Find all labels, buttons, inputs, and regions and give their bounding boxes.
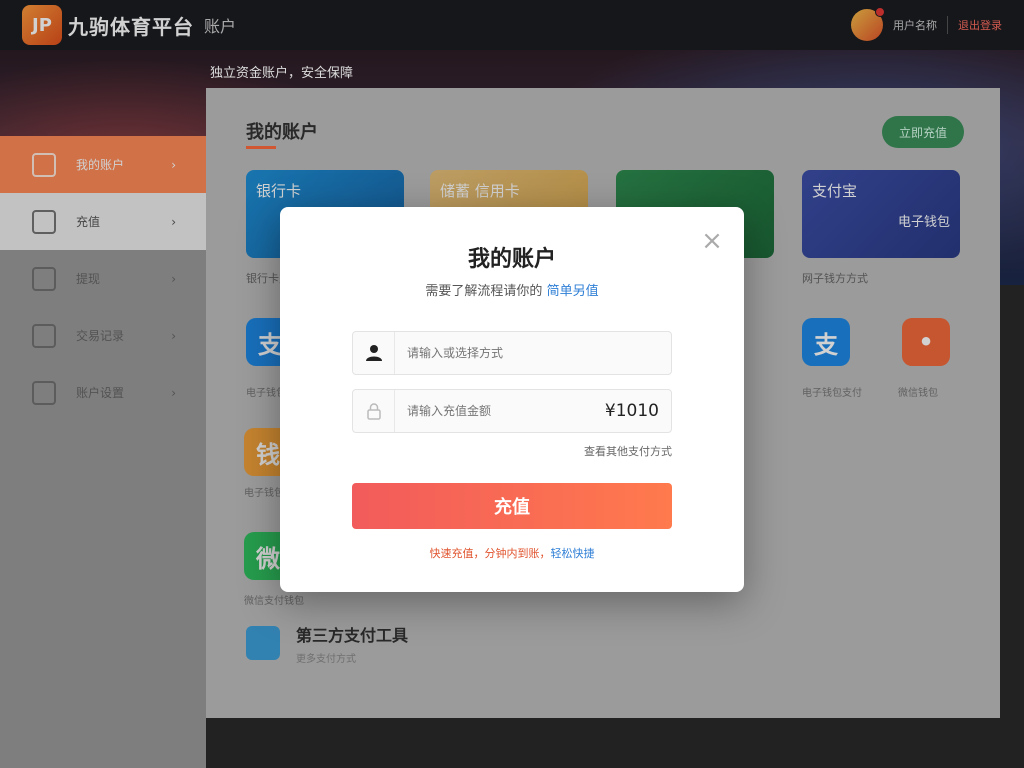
footer-text: 快速充值，分钟内到账， xyxy=(429,547,551,560)
dialog-subtitle: 需要了解流程请你的 简单另值 xyxy=(280,280,744,299)
subtitle-link[interactable]: 简单另值 xyxy=(547,284,599,299)
amount-input[interactable] xyxy=(395,391,605,431)
account-input[interactable] xyxy=(395,333,671,373)
recharge-button[interactable]: 充值 xyxy=(352,483,672,529)
account-field[interactable] xyxy=(352,331,672,375)
dialog-title: 我的账户 xyxy=(467,247,556,272)
amount-value: ¥1010 xyxy=(604,401,659,421)
user-icon xyxy=(353,332,395,374)
footer-link[interactable]: 轻松快捷 xyxy=(551,547,595,560)
recharge-dialog: × 我的账户 需要了解流程请你的 简单另值 ¥1010 查看其他支付方式 充值 … xyxy=(280,207,744,592)
banner-text: 独立资金账户，安全保障 xyxy=(210,66,354,81)
amount-field[interactable]: ¥1010 xyxy=(352,389,672,433)
subtitle-text: 需要了解流程请你的 xyxy=(425,284,547,299)
dialog-footer: 快速充值，分钟内到账，轻松快捷 xyxy=(280,545,744,561)
other-methods-link[interactable]: 查看其他支付方式 xyxy=(584,443,672,459)
lock-icon xyxy=(353,390,395,432)
